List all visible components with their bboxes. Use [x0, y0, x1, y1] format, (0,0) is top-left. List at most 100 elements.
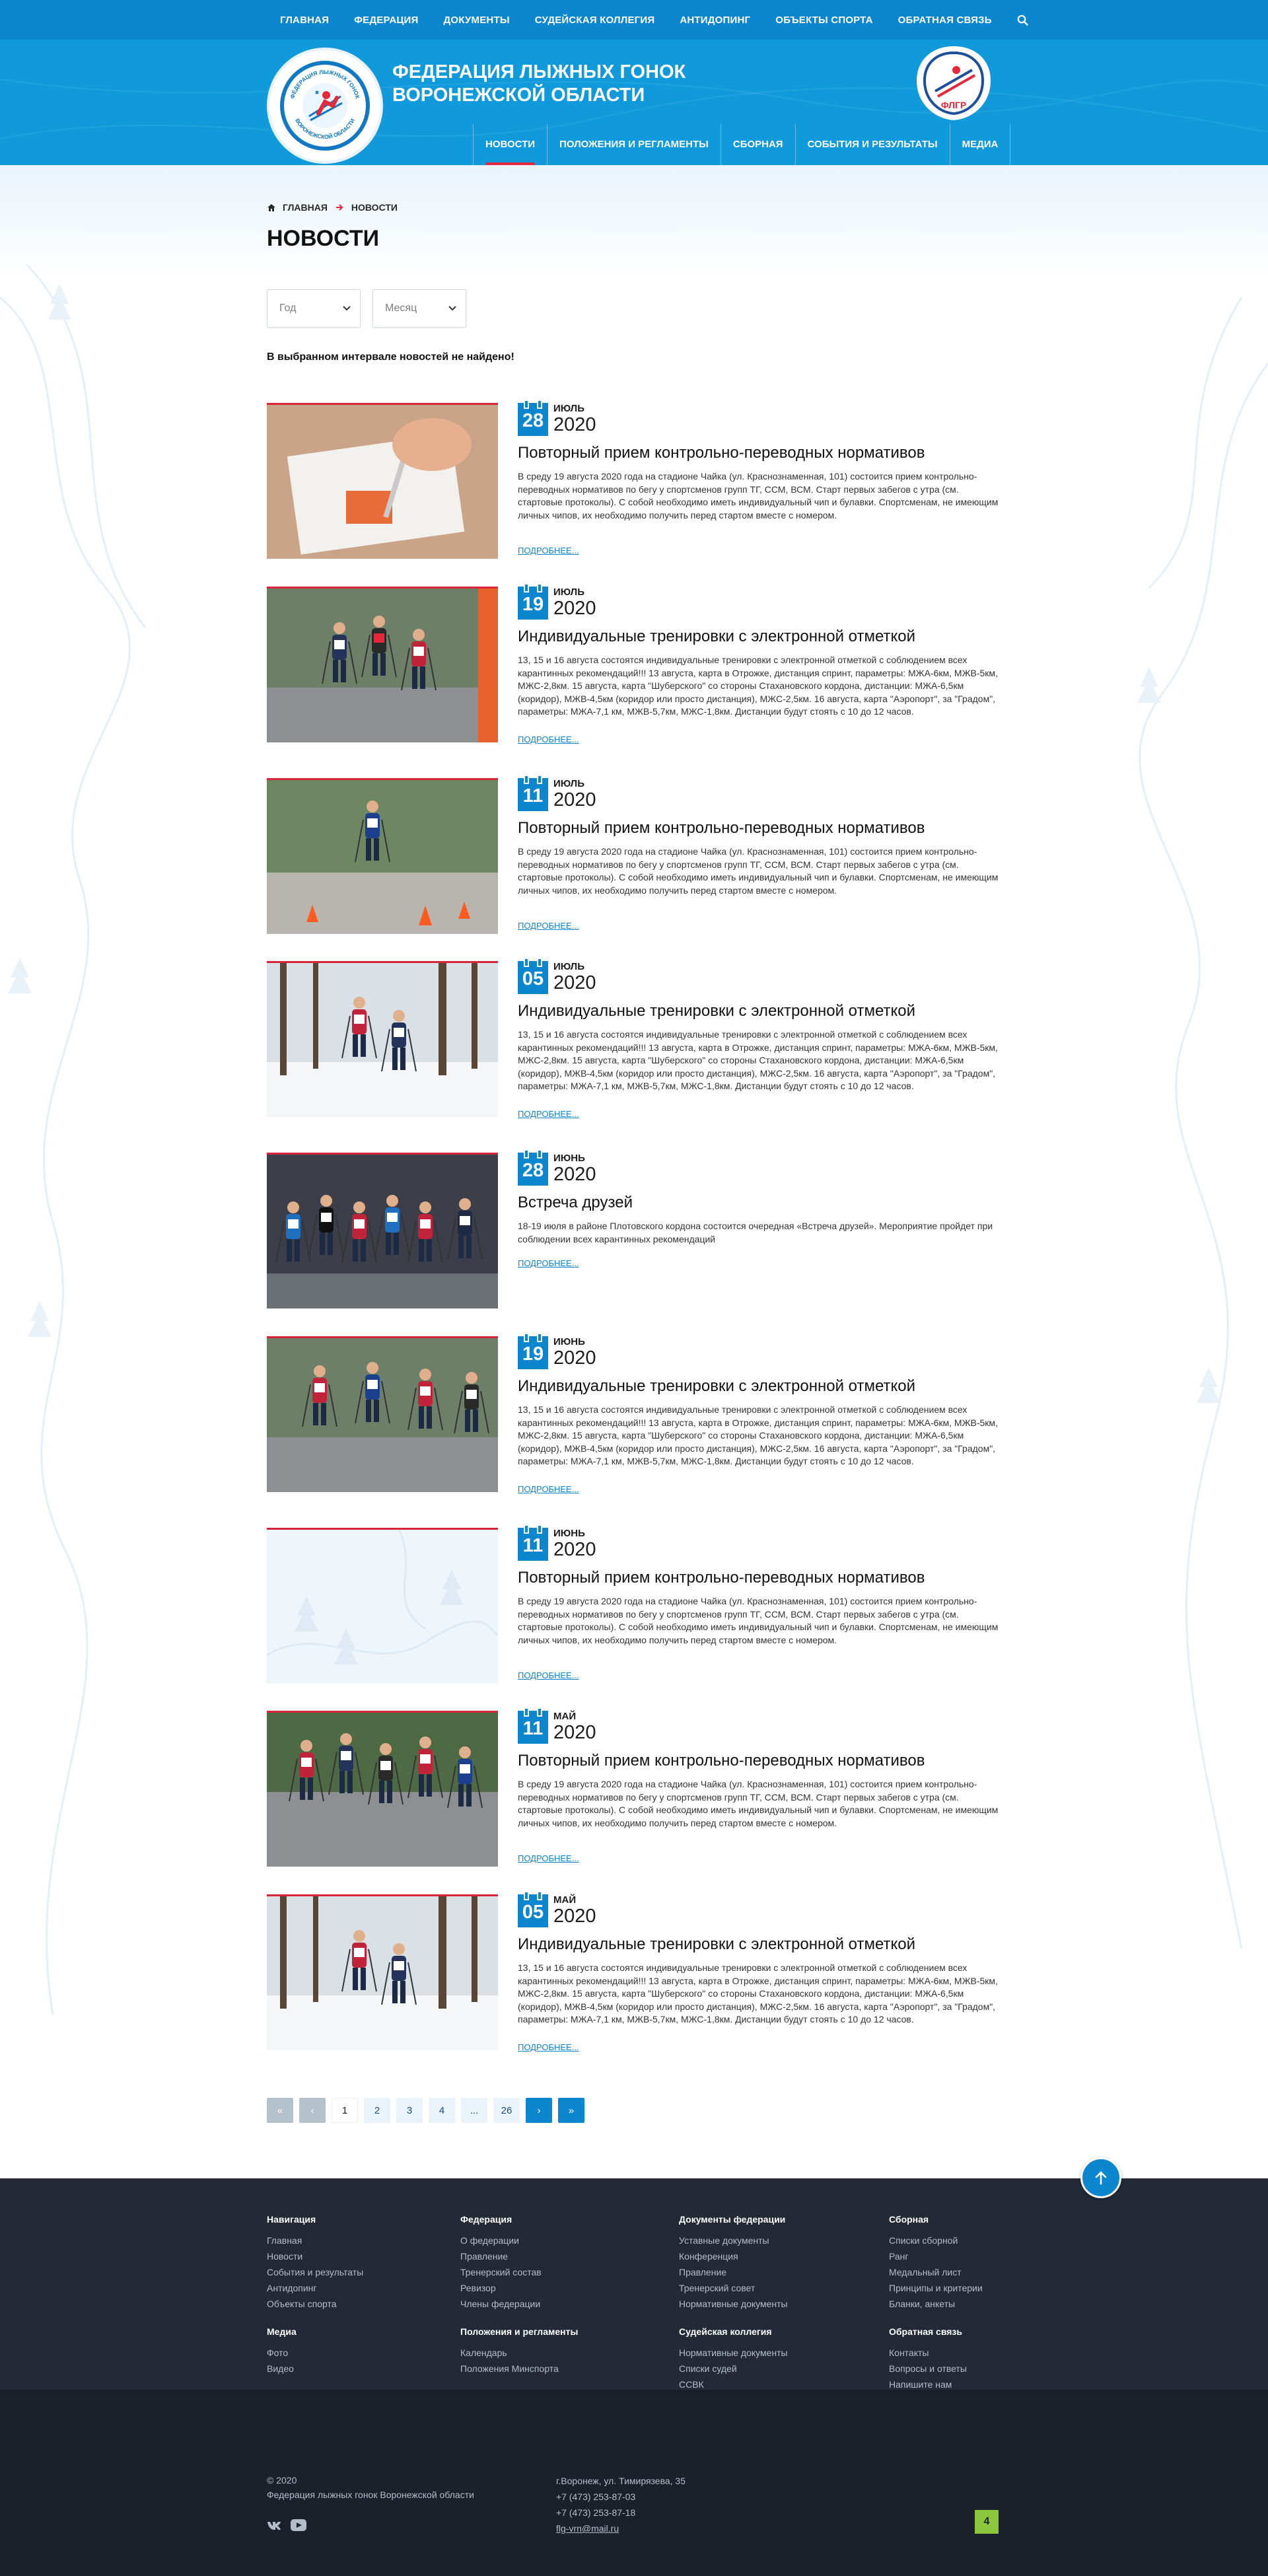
read-more-link[interactable]: ПОДРОБНЕЕ...: [518, 1670, 579, 1680]
next-page-button[interactable]: ›: [526, 2098, 552, 2123]
month-select[interactable]: Месяц: [372, 289, 466, 328]
footer-link[interactable]: Медальный лист: [889, 2264, 983, 2280]
news-thumbnail[interactable]: [267, 778, 498, 934]
empty-result-message: В выбранном интервале новостей не найден…: [267, 351, 514, 363]
topnav-documents[interactable]: ДОКУМЕНТЫ: [444, 15, 510, 26]
footer-link[interactable]: Напишите нам: [889, 2377, 967, 2392]
first-page-button[interactable]: «: [267, 2098, 293, 2123]
news-thumbnail[interactable]: [267, 1336, 498, 1492]
news-title[interactable]: Повторный прием контрольно-переводных но…: [518, 444, 925, 462]
news-title[interactable]: Встреча друзей: [518, 1194, 633, 1212]
read-more-link[interactable]: ПОДРОБНЕЕ...: [518, 1853, 579, 1863]
footer-link[interactable]: Антидопинг: [267, 2280, 363, 2296]
page-button[interactable]: 4: [429, 2098, 455, 2123]
page-button[interactable]: 3: [396, 2098, 423, 2123]
footer-link[interactable]: Принципы и критерии: [889, 2280, 983, 2296]
page-button[interactable]: 26: [493, 2098, 520, 2123]
news-thumbnail[interactable]: [267, 587, 498, 742]
footer-link[interactable]: Правление: [679, 2264, 788, 2280]
federation-logo[interactable]: ФЛГР: [909, 44, 999, 123]
news-date: 28 ИЮЛЬ 2020: [518, 400, 596, 436]
news-item: 05 ИЮЛЬ 2020 Индивидуальные тренировки с…: [267, 958, 998, 1120]
footer-link[interactable]: Видео: [267, 2361, 297, 2377]
scroll-top-button[interactable]: [1080, 2157, 1121, 2198]
news-title[interactable]: Индивидуальные тренировки с электронной …: [518, 1935, 915, 1954]
topnav-federation[interactable]: ФЕДЕРАЦИЯ: [354, 15, 418, 26]
footer-link[interactable]: Уставные документы: [679, 2233, 788, 2248]
visit-counter-badge[interactable]: 4: [975, 2510, 999, 2534]
footer-link[interactable]: Бланки, анкеты: [889, 2296, 983, 2312]
footer-link[interactable]: Календарь: [460, 2345, 578, 2361]
read-more-link[interactable]: ПОДРОБНЕЕ...: [518, 1109, 579, 1119]
footer-link[interactable]: Фото: [267, 2345, 297, 2361]
footer-link[interactable]: Нормативные документы: [679, 2296, 788, 2312]
topnav-antidoping[interactable]: АНТИДОПИНГ: [680, 15, 750, 26]
footer-link[interactable]: Списки сборной: [889, 2233, 983, 2248]
site-logo[interactable]: ФЕДЕРАЦИЯ ЛЫЖНЫХ ГОНОК ВОРОНЕЖСКОЙ ОБЛАС…: [267, 48, 383, 164]
news-title[interactable]: Повторный прием контрольно-переводных но…: [518, 1752, 925, 1770]
news-month: ИЮНЬ: [553, 1336, 585, 1347]
footer-link[interactable]: Ранг: [889, 2248, 983, 2264]
topnav-feedback[interactable]: ОБРАТНАЯ СВЯЗЬ: [898, 15, 992, 26]
phone-2[interactable]: +7 (473) 253-87-18: [556, 2505, 686, 2521]
news-thumbnail[interactable]: [267, 1153, 498, 1308]
footer-link[interactable]: События и результаты: [267, 2264, 363, 2280]
youtube-icon[interactable]: [291, 2519, 306, 2531]
prev-page-button[interactable]: ‹: [299, 2098, 326, 2123]
email-link[interactable]: flg-vrn@mail.ru: [556, 2521, 686, 2536]
arrow-up-icon: [1094, 2170, 1108, 2185]
news-thumbnail[interactable]: [267, 1894, 498, 2050]
read-more-link[interactable]: ПОДРОБНЕЕ...: [518, 921, 579, 931]
news-title[interactable]: Индивидуальные тренировки с электронной …: [518, 1002, 915, 1020]
mainnav-team[interactable]: СБОРНАЯ: [721, 124, 796, 165]
year-select[interactable]: Год: [267, 289, 361, 328]
read-more-link[interactable]: ПОДРОБНЕЕ...: [518, 546, 579, 555]
last-page-button[interactable]: »: [558, 2098, 584, 2123]
read-more-link[interactable]: ПОДРОБНЕЕ...: [518, 1258, 579, 1268]
topnav-judges[interactable]: СУДЕЙСКАЯ КОЛЛЕГИЯ: [535, 15, 655, 26]
footer-link[interactable]: Тренерский состав: [460, 2264, 542, 2280]
news-thumbnail[interactable]: [267, 1528, 498, 1684]
news-title[interactable]: Индивидуальные тренировки с электронной …: [518, 627, 915, 646]
footer-link[interactable]: Контакты: [889, 2345, 967, 2361]
mainnav-news[interactable]: НОВОСТИ: [474, 124, 548, 165]
footer-link[interactable]: О федерации: [460, 2233, 542, 2248]
footer-link[interactable]: ССВК: [679, 2377, 788, 2392]
footer-link[interactable]: Члены федерации: [460, 2296, 542, 2312]
footer-link[interactable]: Списки судей: [679, 2361, 788, 2377]
news-title[interactable]: Повторный прием контрольно-переводных но…: [518, 819, 925, 838]
footer-link[interactable]: Ревизор: [460, 2280, 542, 2296]
footer-link[interactable]: Вопросы и ответы: [889, 2361, 967, 2377]
news-thumbnail[interactable]: [267, 403, 498, 559]
phone-1[interactable]: +7 (473) 253-87-03: [556, 2489, 686, 2505]
page-button[interactable]: 2: [364, 2098, 390, 2123]
footer-heading: Медиа: [267, 2326, 297, 2337]
footer-link[interactable]: Главная: [267, 2233, 363, 2248]
read-more-link[interactable]: ПОДРОБНЕЕ...: [518, 2042, 579, 2052]
footer-link[interactable]: Нормативные документы: [679, 2345, 788, 2361]
footer-link[interactable]: Правление: [460, 2248, 542, 2264]
news-title[interactable]: Повторный прием контрольно-переводных но…: [518, 1569, 925, 1587]
topnav-home[interactable]: ГЛАВНАЯ: [280, 15, 329, 26]
read-more-link[interactable]: ПОДРОБНЕЕ...: [518, 734, 579, 744]
footer-link[interactable]: Объекты спорта: [267, 2296, 363, 2312]
news-date: 05 МАЙ 2020: [518, 1891, 596, 1927]
search-icon[interactable]: [1017, 15, 1028, 26]
page-button[interactable]: 1: [332, 2098, 358, 2123]
footer-link[interactable]: Конференция: [679, 2248, 788, 2264]
breadcrumb-home[interactable]: ГЛАВНАЯ: [283, 202, 328, 213]
mainnav-media[interactable]: МЕДИА: [950, 124, 1011, 165]
mainnav-events[interactable]: СОБЫТИЯ И РЕЗУЛЬТАТЫ: [796, 124, 950, 165]
decor-left-pattern: [0, 263, 147, 2015]
topnav-facilities[interactable]: ОБЪЕКТЫ СПОРТА: [775, 15, 872, 26]
mainnav-regulations[interactable]: ПОЛОЖЕНИЯ И РЕГЛАМЕНТЫ: [547, 124, 721, 165]
news-thumbnail[interactable]: [267, 961, 498, 1117]
read-more-link[interactable]: ПОДРОБНЕЕ...: [518, 1484, 579, 1494]
vk-icon[interactable]: [267, 2521, 283, 2530]
footer-link[interactable]: Тренерский совет: [679, 2280, 788, 2296]
footer-link[interactable]: Положения Минспорта: [460, 2361, 578, 2377]
news-title[interactable]: Индивидуальные тренировки с электронной …: [518, 1377, 915, 1396]
footer-link[interactable]: Новости: [267, 2248, 363, 2264]
home-icon[interactable]: [267, 203, 276, 212]
news-thumbnail[interactable]: [267, 1711, 498, 1867]
